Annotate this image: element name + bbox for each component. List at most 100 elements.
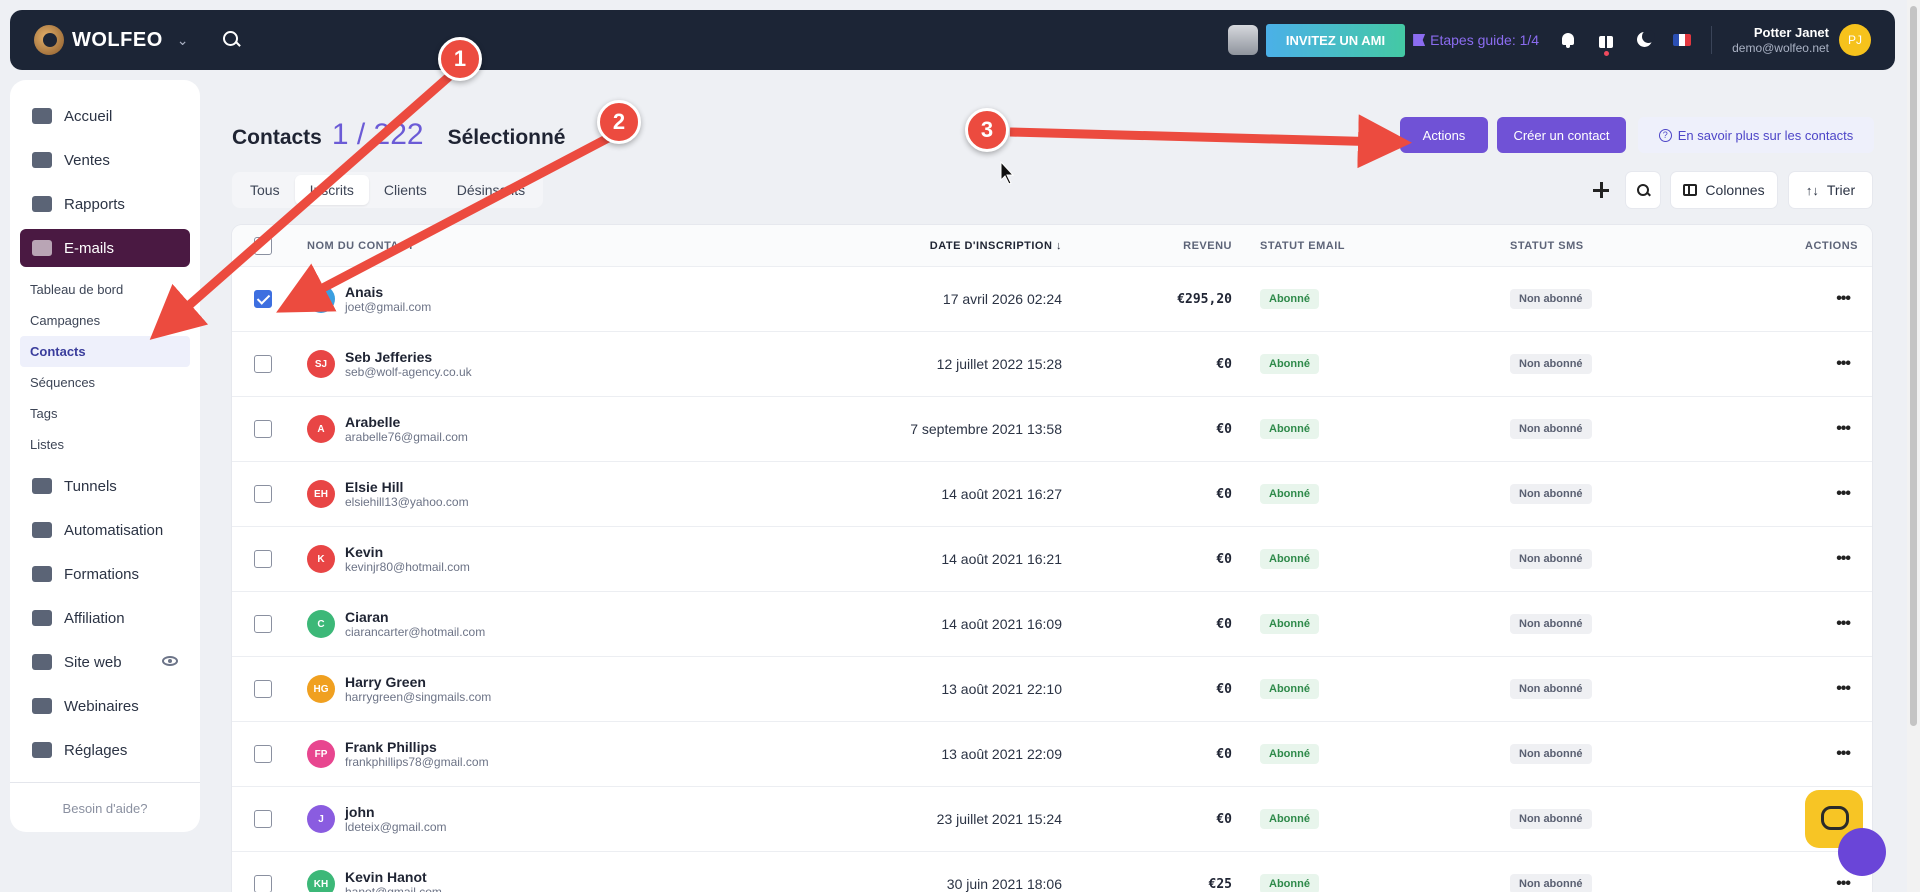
sidebar-item-automatisation[interactable]: Automatisation [20, 508, 190, 552]
sidebar-item-accueil[interactable]: Accueil [20, 94, 190, 138]
plus-icon[interactable] [1590, 179, 1612, 201]
more-options-icon[interactable]: ••• [1836, 290, 1851, 308]
select-all-checkbox[interactable] [254, 236, 272, 255]
table-row[interactable]: Jjohn ldeteix@gmail.com 23 juillet 2021 15… [232, 787, 1872, 852]
bell-icon[interactable] [1559, 31, 1577, 49]
table-row[interactable]: SJ Seb Jefferies seb@wolf-agency.co.uk 12 j… [232, 332, 1872, 397]
contact-cell[interactable]: EH Elsie Hill elsiehill13@yahoo.com [307, 462, 469, 526]
learn-more-button[interactable]: ? En savoir plus sur les contacts [1638, 117, 1874, 153]
user-menu[interactable]: Potter Janet demo@wolfeo.net [1732, 25, 1829, 55]
row-checkbox[interactable] [254, 290, 272, 308]
header-date[interactable]: DATE D'INSCRIPTION ↓ [930, 240, 1062, 252]
contact-cell[interactable]: Jjohn ldeteix@gmail.com [307, 787, 447, 851]
more-options-icon[interactable]: ••• [1836, 420, 1851, 438]
row-checkbox[interactable] [254, 355, 272, 373]
email-status-cell: Abonné [1260, 657, 1319, 721]
table-row[interactable]: FP Frank Phillips frankphillips78@gmail.co… [232, 722, 1872, 787]
sidebar-item-emails[interactable]: E-mails [20, 229, 190, 267]
french-flag-icon[interactable] [1673, 34, 1692, 46]
contact-cell[interactable]: K Kevin kevinjr80@hotmail.com [307, 527, 470, 591]
subnav-tableau-de-bord[interactable]: Tableau de bord [20, 274, 190, 305]
brand-switcher[interactable]: WOLFEO ⌄ [34, 25, 189, 55]
more-options-icon[interactable]: ••• [1836, 615, 1851, 633]
more-options-icon[interactable]: ••• [1836, 680, 1851, 698]
search-icon[interactable] [222, 31, 241, 49]
more-options-icon[interactable]: ••• [1836, 550, 1851, 568]
table-row[interactable]: EH Elsie Hill elsiehill13@yahoo.com 14 août… [232, 462, 1872, 527]
sidebar-item-rapports[interactable]: Rapports [20, 182, 190, 226]
guide-steps-link[interactable]: Etapes guide: 1/4 [1413, 32, 1539, 48]
contact-name[interactable]: john [345, 804, 447, 821]
contact-cell[interactable]: C Ciaran ciarancarter@hotmail.com [307, 592, 485, 656]
sidebar-item-reglages[interactable]: Réglages [20, 728, 190, 772]
invite-friend-button[interactable]: INVITEZ UN AMI [1265, 23, 1406, 57]
moon-icon[interactable] [1635, 30, 1656, 49]
row-checkbox[interactable] [254, 680, 272, 698]
more-options-icon[interactable]: ••• [1836, 745, 1851, 763]
row-checkbox[interactable] [254, 485, 272, 503]
subnav-campagnes[interactable]: Campagnes [20, 305, 190, 336]
tab-desinscrits[interactable]: Désinscrits [442, 175, 540, 205]
tab-clients[interactable]: Clients [369, 175, 442, 205]
tab-inscrits[interactable]: Inscrits [294, 175, 369, 205]
gift-icon[interactable] [1597, 31, 1615, 56]
table-row[interactable]: C Ciaran ciarancarter@hotmail.com 14 août 2… [232, 592, 1872, 657]
columns-button[interactable]: Colonnes [1671, 172, 1777, 208]
contact-name[interactable]: Kevin Hanot [345, 869, 442, 886]
help-link[interactable]: Besoin d'aide? [20, 801, 190, 816]
more-options-icon[interactable]: ••• [1836, 485, 1851, 503]
row-checkbox[interactable] [254, 615, 272, 633]
row-checkbox[interactable] [254, 550, 272, 568]
contact-cell[interactable]: A Arabelle arabelle76@gmail.com [307, 397, 468, 461]
row-checkbox[interactable] [254, 810, 272, 828]
subnav-listes[interactable]: Listes [20, 429, 190, 460]
sidebar-item-ventes[interactable]: Ventes [20, 138, 190, 182]
table-row[interactable]: K Kevin kevinjr80@hotmail.com 14 août 2021 … [232, 527, 1872, 592]
contact-cell[interactable]: HG Harry Green harrygreen@singmails.com [307, 657, 491, 721]
contact-name[interactable]: Ciaran [345, 609, 485, 626]
header-name[interactable]: NOM DU CONTACT [307, 240, 415, 252]
contact-cell[interactable]: SJ Seb Jefferies seb@wolf-agency.co.uk [307, 332, 472, 396]
scrollbar-thumb[interactable] [1910, 6, 1917, 726]
header-sms-status[interactable]: STATUT SMS [1510, 240, 1584, 252]
create-contact-button[interactable]: Créer un contact [1497, 117, 1626, 153]
row-checkbox[interactable] [254, 745, 272, 763]
table-row[interactable]: A Arabelle arabelle76@gmail.com 7 septembre… [232, 397, 1872, 462]
scrollbar[interactable] [1907, 0, 1920, 892]
more-options-icon[interactable]: ••• [1836, 875, 1851, 892]
contact-cell[interactable]: FP Frank Phillips frankphillips78@gmail.co… [307, 722, 489, 786]
sidebar-item-site-web[interactable]: Site web [20, 640, 190, 684]
assistant-button[interactable] [1838, 828, 1886, 876]
header-revenue[interactable]: REVENU [1183, 240, 1232, 252]
sidebar-item-tunnels[interactable]: Tunnels [20, 464, 190, 508]
sidebar-item-webinaires[interactable]: Webinaires [20, 684, 190, 728]
table-search-button[interactable] [1626, 172, 1660, 208]
table-row[interactable]: KH Kevin Hanothanot@gmail.com 30 juin 2021… [232, 852, 1872, 892]
eye-icon[interactable] [162, 656, 178, 666]
contact-cell[interactable]: KH Kevin Hanothanot@gmail.com [307, 852, 442, 892]
header-email-status[interactable]: STATUT EMAIL [1260, 240, 1345, 252]
avatar[interactable]: PJ [1839, 24, 1871, 56]
tab-tous[interactable]: Tous [235, 175, 295, 205]
sort-button[interactable]: ↑↓ Trier [1789, 172, 1872, 208]
contact-name[interactable]: Harry Green [345, 674, 491, 691]
contact-name[interactable]: Elsie Hill [345, 479, 469, 496]
table-row[interactable]: Anais joet@gmail.com 17 avril 2026 02:24 €2… [232, 267, 1872, 332]
table-row[interactable]: HG Harry Green harrygreen@singmails.com 13 … [232, 657, 1872, 722]
contact-cell[interactable]: Anais joet@gmail.com [307, 267, 431, 331]
subnav-sequences[interactable]: Séquences [20, 367, 190, 398]
sidebar-item-affiliation[interactable]: Affiliation [20, 596, 190, 640]
contact-name[interactable]: Anais [345, 284, 431, 301]
contact-name[interactable]: Frank Phillips [345, 739, 489, 756]
contact-name[interactable]: Arabelle [345, 414, 468, 431]
row-checkbox[interactable] [254, 420, 272, 438]
sidebar-item-formations[interactable]: Formations [20, 552, 190, 596]
contact-name[interactable]: Kevin [345, 544, 470, 561]
subnav-contacts[interactable]: Contacts [20, 336, 190, 367]
contact-info: Frank Phillips frankphillips78@gmail.com [345, 739, 489, 770]
subnav-tags[interactable]: Tags [20, 398, 190, 429]
actions-button[interactable]: Actions [1400, 117, 1488, 153]
contact-name[interactable]: Seb Jefferies [345, 349, 472, 366]
more-options-icon[interactable]: ••• [1836, 355, 1851, 373]
row-checkbox[interactable] [254, 875, 272, 892]
